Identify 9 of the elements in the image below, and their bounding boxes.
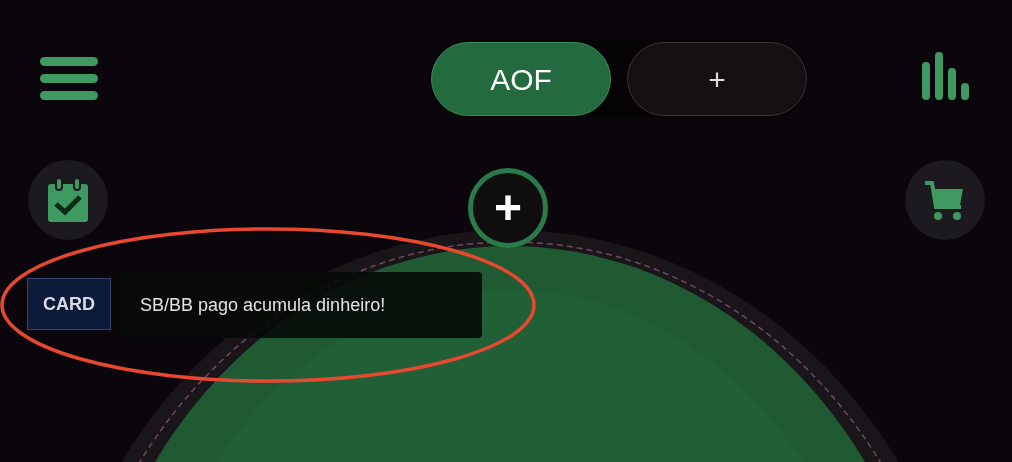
mode-tab[interactable]: + (627, 42, 807, 116)
menu-icon[interactable] (40, 57, 98, 100)
toast-message: SB/BB pago acumula dinheiro! (140, 294, 386, 317)
mode-tab[interactable]: AOF (431, 42, 611, 116)
calendar-check-icon (48, 178, 88, 222)
add-seat-button[interactable]: + (468, 168, 548, 248)
stats-icon[interactable] (920, 52, 970, 100)
cart-icon (925, 179, 965, 221)
card-badge: CARD (27, 278, 111, 330)
